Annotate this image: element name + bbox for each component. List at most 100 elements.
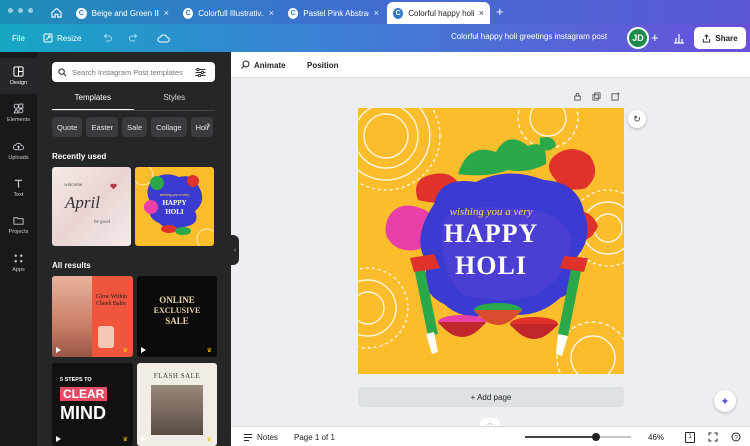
- zoom-slider[interactable]: [525, 433, 631, 441]
- new-tab-button[interactable]: +: [496, 4, 504, 19]
- rail-label: Uploads: [8, 155, 29, 161]
- animate-button[interactable]: Animate: [240, 52, 286, 78]
- cloud-upload-icon: [13, 142, 24, 151]
- rail-label: Design: [9, 80, 28, 86]
- zoom-slider-fill: [525, 436, 596, 438]
- undo-button[interactable]: [102, 24, 112, 52]
- browser-tab-3[interactable]: C Pastel Pink Abstrac... ×: [282, 3, 385, 23]
- lock-icon[interactable]: [573, 92, 582, 101]
- rail-item-apps[interactable]: Apps: [0, 245, 37, 281]
- undo-icon: [103, 33, 112, 42]
- rail-label: Projects: [8, 229, 29, 235]
- play-icon: [56, 436, 61, 442]
- zoom-slider-knob[interactable]: [592, 433, 600, 441]
- help-icon: ?: [731, 432, 741, 442]
- share-button[interactable]: Share: [694, 27, 746, 49]
- rail-label: Text: [13, 192, 24, 198]
- browser-tab-2[interactable]: C Colorfull Illustrativ... ×: [177, 3, 280, 23]
- magic-sparkle-icon[interactable]: ✦: [714, 390, 736, 412]
- play-icon: [141, 436, 146, 442]
- tab-title: Colorfull Illustrativ...: [198, 8, 264, 18]
- share-icon: [703, 33, 711, 43]
- add-page-button[interactable]: + Add page: [358, 387, 624, 407]
- page-count-button[interactable]: 1: [685, 427, 695, 446]
- result-template-cheek-balm[interactable]: Glow Within Cheek Balm ♛: [52, 276, 133, 357]
- fullscreen-icon: [708, 432, 718, 442]
- close-tab-icon[interactable]: ×: [374, 8, 379, 18]
- help-button[interactable]: ?: [731, 427, 741, 446]
- magic-refresh-icon[interactable]: ↻: [628, 110, 646, 128]
- rail-item-uploads[interactable]: Uploads: [0, 133, 37, 169]
- window-dot-icon[interactable]: [28, 8, 33, 13]
- browser-tab-active[interactable]: C Colorful happy holi... ×: [387, 2, 490, 24]
- file-menu-button[interactable]: File: [12, 24, 25, 52]
- add-collaborator-icon[interactable]: +: [651, 30, 659, 45]
- zoom-level[interactable]: 46%: [648, 427, 664, 446]
- design-canvas[interactable]: wishing you a very HAPPY HOLI: [358, 108, 624, 374]
- collapse-panel-handle[interactable]: ‹: [231, 235, 239, 265]
- redo-icon: [129, 33, 138, 42]
- design-title[interactable]: Colorful happy holi greetings instagram …: [451, 32, 607, 41]
- fullscreen-button[interactable]: [708, 427, 718, 446]
- home-tab[interactable]: [44, 3, 68, 22]
- tab-title: Pastel Pink Abstrac...: [303, 8, 369, 18]
- add-page-icon[interactable]: [611, 92, 620, 101]
- chip-quote[interactable]: Quote: [52, 117, 83, 137]
- window-dot-icon[interactable]: [18, 8, 23, 13]
- stats-icon[interactable]: [672, 31, 686, 45]
- template-text: welcome: [64, 183, 83, 188]
- template-photo: [52, 276, 92, 357]
- tab-styles[interactable]: Styles: [134, 91, 216, 111]
- chip-easter[interactable]: Easter: [86, 117, 119, 137]
- notes-label: Notes: [257, 432, 278, 442]
- canva-favicon-icon: C: [76, 7, 87, 19]
- rail-item-projects[interactable]: Projects: [0, 207, 37, 243]
- avatar[interactable]: JD: [627, 27, 649, 49]
- design-subtitle[interactable]: wishing you a very: [358, 206, 624, 218]
- tab-templates[interactable]: Templates: [52, 91, 134, 111]
- close-tab-icon[interactable]: ×: [479, 8, 484, 18]
- recent-template-april[interactable]: welcome April be good: [52, 167, 131, 246]
- resize-button[interactable]: Resize: [43, 24, 81, 52]
- templates-panel: Templates Styles Quote Easter Sale Colla…: [37, 52, 231, 446]
- canva-editor-window: C Beige and Green Ill... × C Colorfull I…: [0, 0, 750, 446]
- close-tab-icon[interactable]: ×: [269, 8, 274, 18]
- cloud-save-status[interactable]: [157, 24, 170, 52]
- crown-icon: ♛: [206, 437, 212, 443]
- close-tab-icon[interactable]: ×: [164, 8, 169, 18]
- template-text: ONLINE: [159, 295, 195, 305]
- filter-icon[interactable]: [195, 67, 206, 77]
- template-search-input[interactable]: [72, 67, 190, 77]
- window-controls: [8, 8, 33, 13]
- canva-favicon-icon: C: [393, 7, 404, 19]
- chevron-right-icon[interactable]: ›: [207, 120, 210, 131]
- template-text: SALE: [165, 316, 189, 326]
- rail-item-text[interactable]: Text: [0, 170, 37, 206]
- template-search-box[interactable]: [52, 62, 215, 82]
- design-title-happy[interactable]: HAPPY: [358, 219, 624, 249]
- result-template-clear-mind[interactable]: 5 STEPS TO CLEAR MIND ♛: [52, 363, 133, 446]
- rail-item-elements[interactable]: Elements: [0, 95, 37, 131]
- result-template-flash-sale[interactable]: FLASH SALE ♛: [137, 363, 217, 446]
- redo-button[interactable]: [129, 24, 139, 52]
- design-title-holi[interactable]: HOLI: [358, 251, 624, 281]
- recent-template-holi[interactable]: wishing you a very HAPPY HOLI: [135, 167, 214, 246]
- rail-item-design[interactable]: Design: [0, 58, 37, 94]
- position-label: Position: [307, 60, 339, 70]
- chip-sale[interactable]: Sale: [122, 117, 148, 137]
- result-template-online-sale[interactable]: ONLINE EXCLUSIVE SALE ♛: [137, 276, 217, 357]
- context-toolbar: Animate Position: [231, 52, 750, 78]
- layout-icon: [13, 66, 24, 77]
- chip-collage[interactable]: Collage: [151, 117, 187, 137]
- all-results-heading: All results: [52, 261, 91, 270]
- pages-drawer-handle[interactable]: ︿: [480, 418, 500, 427]
- duplicate-page-icon[interactable]: [592, 92, 601, 101]
- template-text: 5 STEPS TO: [60, 377, 92, 383]
- position-button[interactable]: Position: [307, 52, 339, 78]
- crown-icon: ♛: [122, 348, 128, 354]
- template-text: MIND: [60, 403, 106, 423]
- browser-tab-1[interactable]: C Beige and Green Ill... ×: [70, 3, 175, 23]
- crown-icon: ♛: [206, 348, 212, 354]
- window-dot-icon[interactable]: [8, 8, 13, 13]
- notes-button[interactable]: Notes: [243, 427, 278, 446]
